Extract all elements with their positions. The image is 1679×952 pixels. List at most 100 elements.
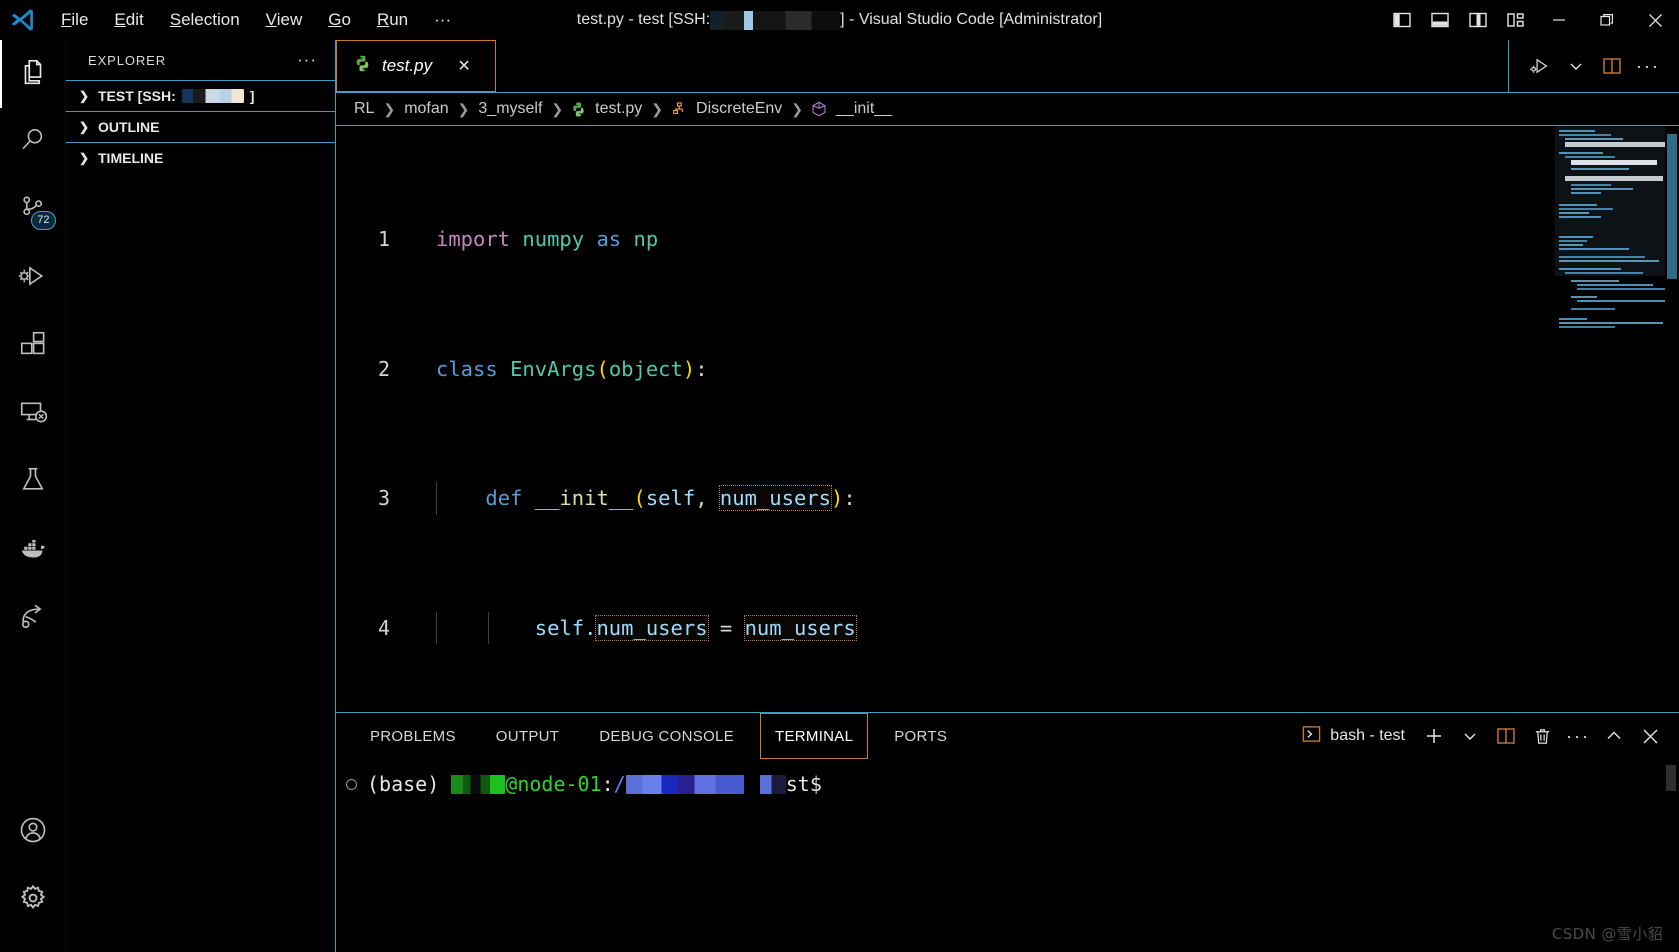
redacted-workspace-name: [181, 89, 244, 103]
activity-item-explorer[interactable]: [0, 40, 66, 108]
activity-item-docker[interactable]: [0, 516, 66, 584]
python-file-icon: [353, 54, 372, 78]
activity-item-extensions[interactable]: [0, 312, 66, 380]
source-control-badge: 72: [31, 211, 56, 230]
code-line[interactable]: 3 def __init__(self, num_users):: [336, 482, 1555, 515]
menu-file[interactable]: File: [48, 6, 101, 34]
sidebar-title: EXPLORER: [88, 52, 167, 68]
terminal-scrollbar[interactable]: [1666, 765, 1676, 791]
ellipsis-icon[interactable]: ···: [1561, 717, 1595, 755]
sidebar-section-outline[interactable]: ❯ OUTLINE: [66, 111, 335, 142]
code-line[interactable]: 1 import numpy as np: [336, 223, 1555, 255]
gear-icon: [18, 883, 48, 918]
sidebar-section-timeline[interactable]: ❯ TIMELINE: [66, 142, 335, 173]
trash-icon[interactable]: [1525, 717, 1559, 755]
menu-view[interactable]: View: [253, 6, 316, 34]
breadcrumb-item-3-myself[interactable]: 3_myself: [476, 100, 544, 118]
plus-icon[interactable]: [1417, 717, 1451, 755]
toggle-primary-sidebar-icon[interactable]: [1383, 0, 1421, 40]
redacted-path-tail: [759, 774, 786, 794]
line-text: self.num_users = num_users: [414, 612, 857, 645]
panel-tab-terminal[interactable]: TERMINAL: [760, 713, 869, 759]
chevron-down-icon[interactable]: [1559, 48, 1593, 84]
customize-layout-icon[interactable]: [1497, 0, 1535, 40]
code-editor[interactable]: 1 import numpy as np 2 class EnvArgs(obj…: [336, 126, 1679, 712]
panel-tab-debug-console[interactable]: DEBUG CONSOLE: [585, 713, 748, 759]
activity-item-source-control[interactable]: 72: [0, 176, 66, 244]
line-text: import numpy as np: [436, 227, 659, 252]
tab-test-py[interactable]: test.py ✕: [336, 40, 496, 92]
chevron-up-icon[interactable]: [1597, 717, 1631, 755]
activity-item-shared-remote[interactable]: [0, 584, 66, 652]
activity-item-settings[interactable]: [0, 866, 66, 934]
line-number: 3: [377, 486, 390, 511]
breadcrumb-item-test-py[interactable]: test.py: [593, 100, 644, 118]
ellipsis-icon[interactable]: ···: [1631, 48, 1665, 84]
menu-run[interactable]: Run: [364, 6, 421, 34]
panel-tab-problems[interactable]: PROBLEMS: [356, 713, 470, 759]
activity-item-run-and-debug[interactable]: [0, 244, 66, 312]
menu-go[interactable]: Go: [315, 6, 364, 34]
minimap-slider[interactable]: [1555, 126, 1665, 276]
editor-scrollbar-thumb[interactable]: [1667, 134, 1677, 279]
toggle-secondary-sidebar-icon[interactable]: [1459, 0, 1497, 40]
vscode-logo-icon: [0, 0, 42, 40]
breadcrumb-item-discreteenv[interactable]: DiscreteEnv: [694, 100, 784, 118]
title-bar-controls: [1383, 0, 1679, 40]
code-content[interactable]: 1 import numpy as np 2 class EnvArgs(obj…: [336, 126, 1555, 712]
chevron-down-icon[interactable]: [1453, 717, 1487, 755]
ellipsis-icon[interactable]: ···: [291, 50, 323, 70]
breadcrumb-item-mofan[interactable]: mofan: [402, 100, 450, 118]
activity-item-testing[interactable]: [0, 448, 66, 516]
terminal-body[interactable]: (base) @node-01 : / st $: [336, 759, 1679, 952]
breadcrumb-item-init[interactable]: __init__: [834, 100, 894, 118]
window-minimize-button[interactable]: [1535, 0, 1583, 40]
panel-actions: bash - test ···: [1292, 713, 1679, 759]
run-play-icon[interactable]: [1523, 48, 1557, 84]
close-icon[interactable]: ✕: [454, 56, 474, 76]
terminal-colon: :: [601, 772, 614, 796]
chevron-right-icon: ❯: [78, 89, 90, 103]
minimap[interactable]: [1555, 126, 1665, 712]
window-maximize-button[interactable]: [1583, 0, 1631, 40]
terminal-selector[interactable]: bash - test: [1292, 725, 1415, 748]
code-line[interactable]: 4 self.num_users = num_users: [336, 612, 1555, 645]
terminal-dollar: $: [809, 772, 822, 796]
run-debug-icon: [18, 261, 48, 296]
menu-overflow[interactable]: ···: [421, 6, 464, 34]
sidebar-explorer: EXPLORER ··· ❯ TEST [SSH: ] ❯ OUTLINE ❯ …: [66, 40, 336, 952]
split-editor-icon[interactable]: [1595, 48, 1629, 84]
method-symbol-icon: [810, 100, 828, 118]
code-line[interactable]: 2 class EnvArgs(object):: [336, 353, 1555, 385]
editor-group: test.py ✕ ··· RL ❯ mofan ❯ 3_myself ❯ te…: [336, 40, 1679, 952]
breadcrumb-item-rl[interactable]: RL: [352, 100, 376, 118]
chevron-right-icon: ❯: [457, 100, 470, 117]
panel-tab-output[interactable]: OUTPUT: [482, 713, 573, 759]
panel-tab-bar: PROBLEMS OUTPUT DEBUG CONSOLE TERMINAL P…: [336, 713, 1679, 759]
activity-item-remote-explorer[interactable]: [0, 380, 66, 448]
line-text: class EnvArgs(object):: [436, 356, 708, 381]
close-icon[interactable]: [1633, 717, 1667, 755]
search-icon: [18, 125, 48, 160]
remote-explorer-icon: [18, 397, 48, 432]
menu-selection[interactable]: Selection: [157, 6, 253, 34]
sidebar-section-label: OUTLINE: [98, 119, 160, 135]
menu-edit[interactable]: Edit: [101, 6, 156, 34]
terminal-conda-env: (base): [367, 772, 452, 796]
editor-scrollbar[interactable]: [1665, 126, 1679, 712]
bottom-panel: PROBLEMS OUTPUT DEBUG CONSOLE TERMINAL P…: [336, 712, 1679, 952]
share-arrow-icon: [18, 601, 48, 636]
activity-bar-bottom: [0, 798, 66, 952]
window-close-button[interactable]: [1631, 0, 1679, 40]
terminal-name: bash - test: [1330, 727, 1405, 744]
sidebar-section-workspace[interactable]: ❯ TEST [SSH: ]: [66, 80, 335, 111]
terminal-bash-icon: [1302, 725, 1321, 748]
activity-item-accounts[interactable]: [0, 798, 66, 866]
toggle-panel-icon[interactable]: [1421, 0, 1459, 40]
beaker-icon: [18, 465, 48, 500]
panel-tab-ports[interactable]: PORTS: [880, 713, 961, 759]
activity-item-search[interactable]: [0, 108, 66, 176]
sidebar-header: EXPLORER ···: [66, 40, 335, 80]
split-icon[interactable]: [1489, 717, 1523, 755]
redacted-host: [710, 10, 841, 30]
